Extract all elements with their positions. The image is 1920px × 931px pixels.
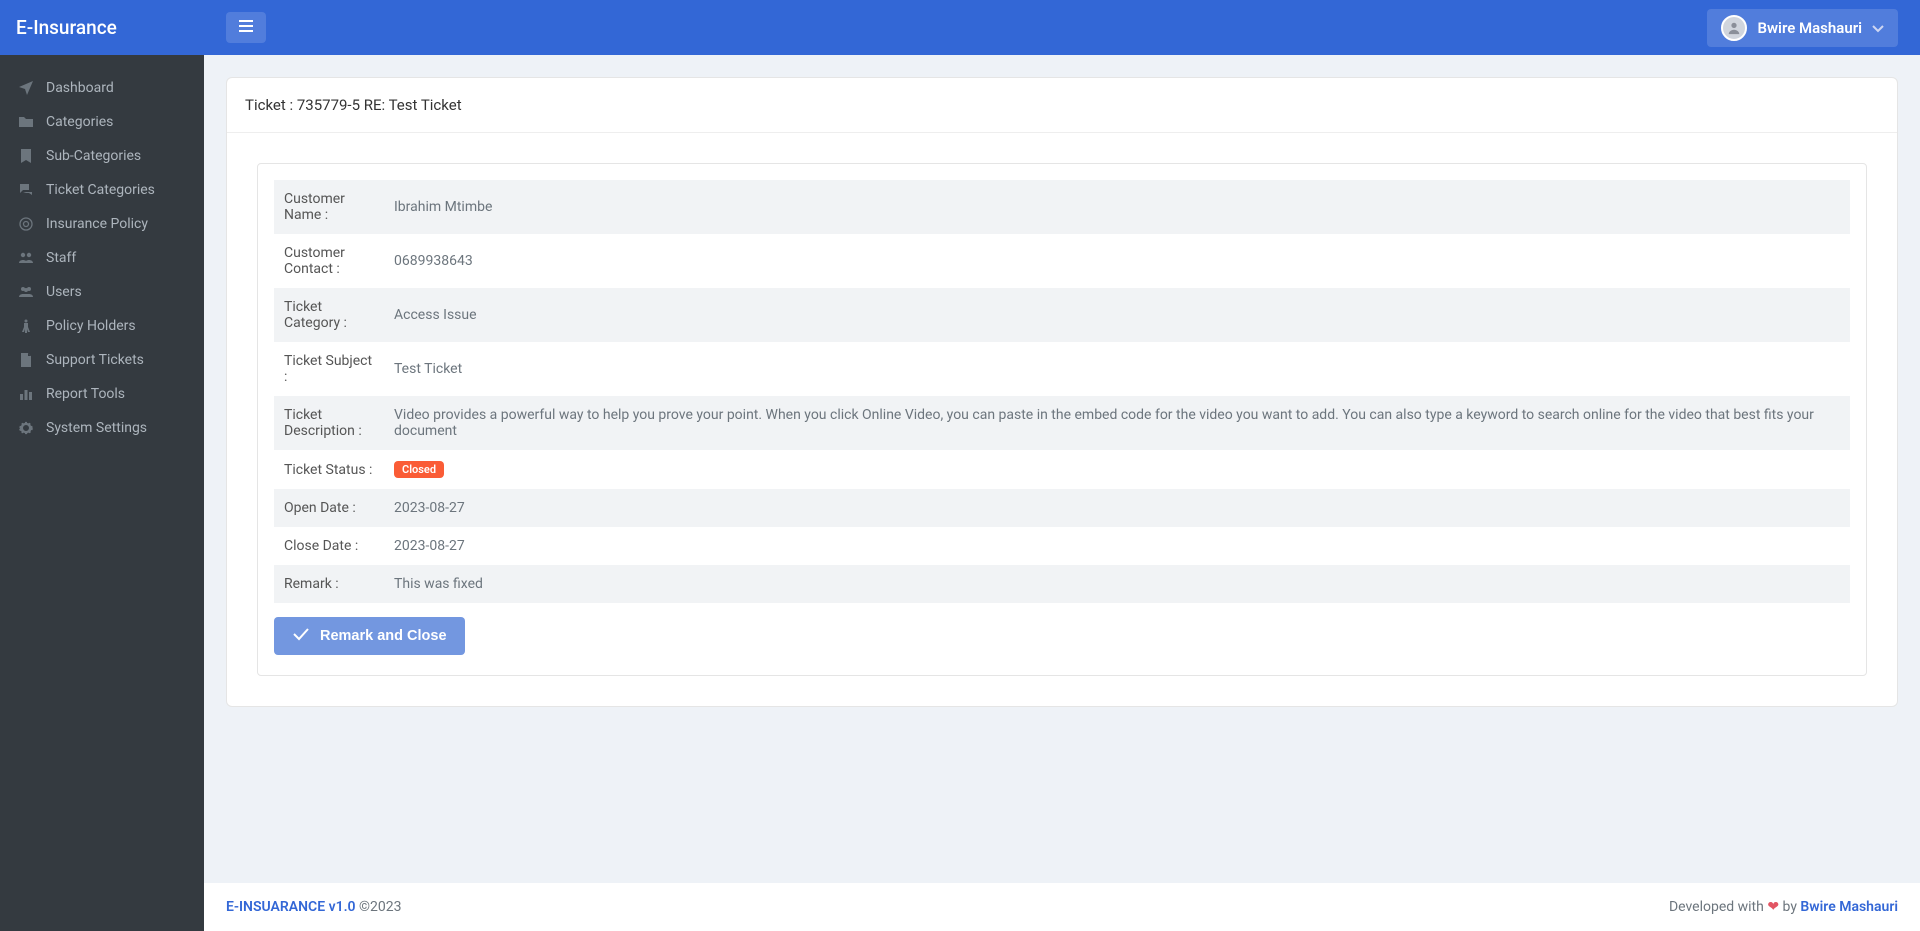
row-label: Ticket Description : — [274, 396, 384, 450]
sidebar-item-label: System Settings — [46, 420, 147, 436]
comments-icon — [18, 182, 34, 198]
users-icon — [18, 284, 34, 300]
row-value: Closed — [384, 450, 1850, 489]
sidebar-item-label: Ticket Categories — [46, 182, 155, 198]
footer-author-link[interactable]: Bwire Mashauri — [1800, 899, 1898, 915]
hamburger-icon — [238, 19, 254, 36]
sidebar-item-label: Staff — [46, 250, 76, 266]
sidebar-item-staff[interactable]: Staff — [0, 241, 204, 275]
ticket-details-panel: Customer Name :Ibrahim MtimbeCustomer Co… — [257, 163, 1867, 676]
sidebar-item-label: Insurance Policy — [46, 216, 148, 232]
footer-brand-link[interactable]: E-INSUARANCE v1.0 — [226, 899, 356, 915]
footer-left: E-INSUARANCE v1.0 ©2023 — [226, 899, 402, 915]
sidebar-item-ticket-categories[interactable]: Ticket Categories — [0, 173, 204, 207]
check-icon — [292, 627, 310, 645]
table-row: Customer Name :Ibrahim Mtimbe — [274, 180, 1850, 234]
user-menu[interactable]: Bwire Mashauri — [1707, 9, 1898, 47]
table-row: Close Date :2023-08-27 — [274, 527, 1850, 565]
sidebar-item-label: Categories — [46, 114, 113, 130]
row-label: Customer Name : — [274, 180, 384, 234]
ticket-card: Ticket : 735779-5 RE: Test Ticket Custom… — [226, 77, 1898, 707]
sidebar-item-label: Dashboard — [46, 80, 114, 96]
action-button-label: Remark and Close — [320, 628, 447, 644]
folder-icon — [18, 114, 34, 130]
row-value: 2023-08-27 — [384, 527, 1850, 565]
topbar: Bwire Mashauri — [204, 0, 1920, 55]
table-row: Customer Contact :0689938643 — [274, 234, 1850, 288]
status-badge: Closed — [394, 461, 444, 478]
row-label: Open Date : — [274, 489, 384, 527]
shield-icon — [18, 216, 34, 232]
sidebar-item-label: Report Tools — [46, 386, 125, 402]
sidebar-item-label: Support Tickets — [46, 352, 144, 368]
brand-text: E-Insurance — [16, 16, 117, 39]
row-label: Close Date : — [274, 527, 384, 565]
sidebar-item-dashboard[interactable]: Dashboard — [0, 71, 204, 105]
sidebar-item-support-tickets[interactable]: Support Tickets — [0, 343, 204, 377]
sidebar-toggle-button[interactable] — [226, 12, 266, 43]
footer-right: Developed with ❤ by Bwire Mashauri — [1669, 899, 1898, 915]
sidebar-item-label: Users — [46, 284, 82, 300]
brand-logo[interactable]: E-Insurance — [0, 0, 204, 55]
page-title: Ticket : 735779-5 RE: Test Ticket — [227, 78, 1897, 133]
table-row: Open Date :2023-08-27 — [274, 489, 1850, 527]
sidebar-item-report-tools[interactable]: Report Tools — [0, 377, 204, 411]
gear-icon — [18, 420, 34, 436]
sidebar-item-categories[interactable]: Categories — [0, 105, 204, 139]
sidebar: E-Insurance Dashboard Categories Sub-Cat… — [0, 0, 204, 931]
row-label: Customer Contact : — [274, 234, 384, 288]
avatar — [1721, 15, 1747, 41]
ticket-table: Customer Name :Ibrahim MtimbeCustomer Co… — [274, 180, 1850, 603]
footer: E-INSUARANCE v1.0 ©2023 Developed with ❤… — [204, 883, 1920, 931]
chart-bar-icon — [18, 386, 34, 402]
table-row: Ticket Subject :Test Ticket — [274, 342, 1850, 396]
location-arrow-icon — [18, 80, 34, 96]
user-group-icon — [18, 250, 34, 266]
sidebar-item-label: Policy Holders — [46, 318, 136, 334]
chevron-down-icon — [1872, 19, 1884, 37]
sidebar-item-label: Sub-Categories — [46, 148, 141, 164]
row-value: Video provides a powerful way to help yo… — [384, 396, 1850, 450]
row-value: This was fixed — [384, 565, 1850, 603]
row-label: Ticket Status : — [274, 450, 384, 489]
user-name: Bwire Mashauri — [1757, 19, 1862, 37]
sidebar-item-policy-holders[interactable]: Policy Holders — [0, 309, 204, 343]
row-label: Ticket Category : — [274, 288, 384, 342]
row-value: 2023-08-27 — [384, 489, 1850, 527]
table-row: Remark :This was fixed — [274, 565, 1850, 603]
table-row: Ticket Category :Access Issue — [274, 288, 1850, 342]
row-label: Remark : — [274, 565, 384, 603]
sidebar-item-sub-categories[interactable]: Sub-Categories — [0, 139, 204, 173]
remark-and-close-button[interactable]: Remark and Close — [274, 617, 465, 655]
row-value: Test Ticket — [384, 342, 1850, 396]
table-row: Ticket Status : Closed — [274, 450, 1850, 489]
row-value: Ibrahim Mtimbe — [384, 180, 1850, 234]
bookmark-icon — [18, 148, 34, 164]
sidebar-item-users[interactable]: Users — [0, 275, 204, 309]
sidebar-item-system-settings[interactable]: System Settings — [0, 411, 204, 445]
row-label: Ticket Subject : — [274, 342, 384, 396]
sidebar-item-insurance-policy[interactable]: Insurance Policy — [0, 207, 204, 241]
row-value: Access Issue — [384, 288, 1850, 342]
row-value: 0689938643 — [384, 234, 1850, 288]
file-icon — [18, 352, 34, 368]
sidebar-nav: Dashboard Categories Sub-Categories Tick… — [0, 55, 204, 931]
heart-icon: ❤ — [1767, 899, 1779, 915]
person-icon — [18, 318, 34, 334]
table-row: Ticket Description :Video provides a pow… — [274, 396, 1850, 450]
